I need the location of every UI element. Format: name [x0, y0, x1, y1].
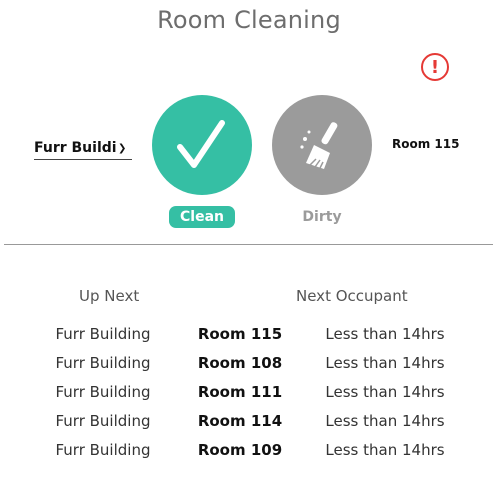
row-room: Room 114	[197, 412, 283, 430]
row-building: Furr Building	[55, 383, 151, 401]
building-dropdown-value: Furr Building	[34, 140, 116, 156]
clean-label[interactable]: Clean	[169, 206, 235, 228]
table-row[interactable]: Furr Building Room 109 Less than 14hrs	[0, 441, 498, 463]
row-building: Furr Building	[55, 325, 151, 343]
divider	[4, 244, 493, 245]
row-occupant: Less than 14hrs	[325, 441, 445, 459]
row-room: Room 115	[197, 325, 283, 343]
alert-icon[interactable]: !	[421, 53, 449, 81]
table-row[interactable]: Furr Building Room 111 Less than 14hrs	[0, 383, 498, 405]
table-row[interactable]: Furr Building Room 115 Less than 14hrs	[0, 325, 498, 347]
row-occupant: Less than 14hrs	[325, 354, 445, 372]
row-occupant: Less than 14hrs	[325, 412, 445, 430]
dirty-status-button[interactable]	[272, 95, 372, 195]
row-room: Room 111	[197, 383, 283, 401]
checkmark-icon	[177, 120, 225, 168]
clean-status-button[interactable]	[152, 95, 252, 195]
next-occupant-header: Next Occupant	[296, 287, 408, 305]
table-row[interactable]: Furr Building Room 114 Less than 14hrs	[0, 412, 498, 434]
row-building: Furr Building	[55, 441, 151, 459]
row-room: Room 109	[197, 441, 283, 459]
current-room-label: Room 115	[392, 137, 460, 151]
row-occupant: Less than 14hrs	[325, 325, 445, 343]
row-room: Room 108	[197, 354, 283, 372]
broom-icon	[300, 122, 338, 169]
dirty-label[interactable]: Dirty	[290, 206, 354, 228]
row-occupant: Less than 14hrs	[325, 383, 445, 401]
up-next-header: Up Next	[79, 287, 140, 305]
page-title: Room Cleaning	[157, 6, 341, 34]
row-building: Furr Building	[55, 412, 151, 430]
table-row[interactable]: Furr Building Room 108 Less than 14hrs	[0, 354, 498, 376]
row-building: Furr Building	[55, 354, 151, 372]
building-dropdown[interactable]: Furr Building ❯	[34, 137, 132, 160]
chevron-down-icon: ❯	[118, 142, 127, 154]
